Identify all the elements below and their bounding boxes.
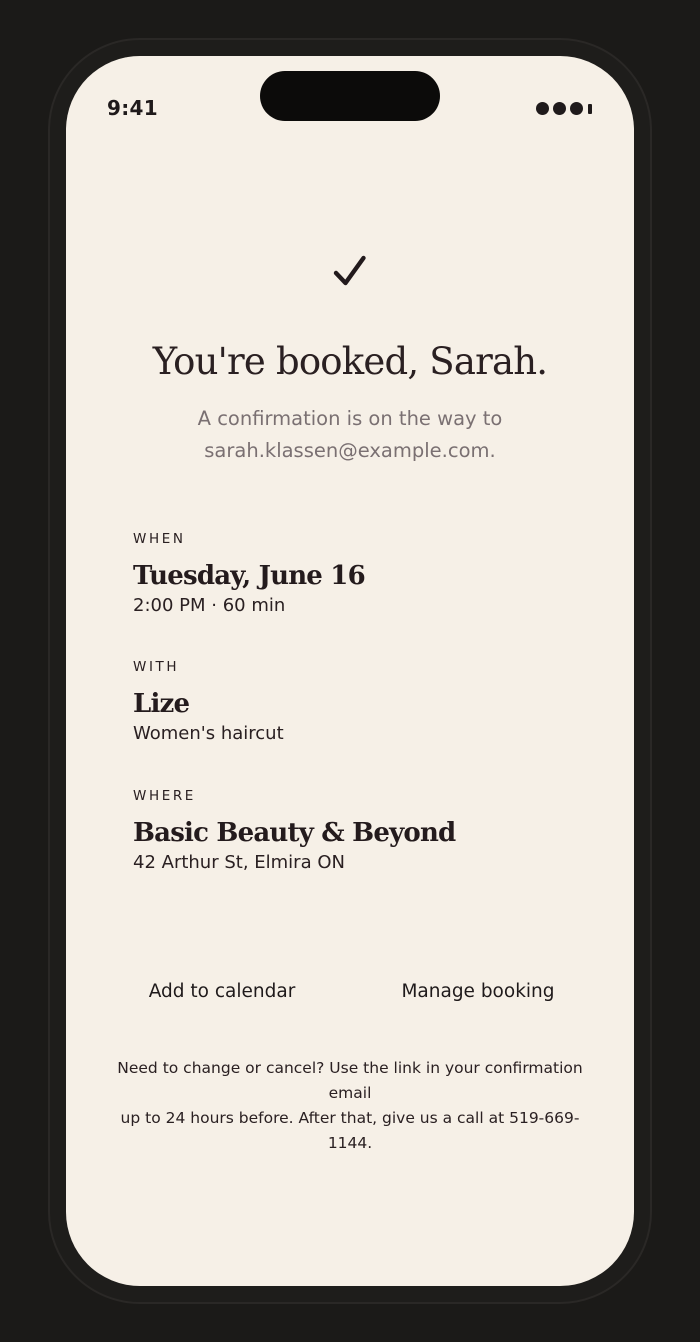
manage-booking-button[interactable]: Manage booking [398, 972, 558, 1012]
status-dot-icon [536, 102, 549, 115]
salon-address: 42 Arthur St, Elmira ON [133, 852, 345, 873]
status-dot-icon [553, 102, 566, 115]
cancellation-note-line: up to 24 hours before. After that, give … [120, 1109, 580, 1152]
when-time: 2:00 PM · 60 min [133, 595, 286, 616]
service-name: Women's haircut [133, 723, 284, 744]
checkmark-icon [333, 255, 366, 286]
cancellation-note: Need to change or cancel? Use the link i… [100, 1056, 600, 1156]
where-label: WHERE [133, 788, 196, 804]
status-dot-icon [570, 102, 583, 115]
confirmation-message-line: A confirmation is on the way to [197, 407, 503, 430]
when-date: Tuesday, June 16 [133, 561, 366, 591]
with-label: WITH [133, 659, 180, 675]
with-section: WITH Lize Women's haircut [133, 659, 573, 744]
where-section: WHERE Basic Beauty & Beyond 42 Arthur St… [133, 788, 573, 873]
stylist-name: Lize [133, 689, 190, 719]
status-bar-icon [588, 103, 592, 114]
phone-screen: 9:41 You're booked, Sarah. A confirmatio… [66, 56, 634, 1286]
add-to-calendar-button[interactable]: Add to calendar [142, 972, 302, 1012]
status-time: 9:41 [107, 96, 158, 120]
salon-name: Basic Beauty & Beyond [133, 818, 456, 848]
confirmation-email: sarah.klassen@example.com. [204, 439, 496, 462]
status-indicators [536, 102, 592, 115]
confirmation-message: A confirmation is on the way to sarah.kl… [66, 403, 634, 467]
when-label: WHEN [133, 531, 186, 547]
cancellation-note-line: Need to change or cancel? Use the link i… [117, 1059, 583, 1102]
dynamic-island [260, 71, 440, 121]
when-section: WHEN Tuesday, June 16 2:00 PM · 60 min [133, 531, 573, 616]
page-title: You're booked, Sarah. [152, 340, 548, 383]
